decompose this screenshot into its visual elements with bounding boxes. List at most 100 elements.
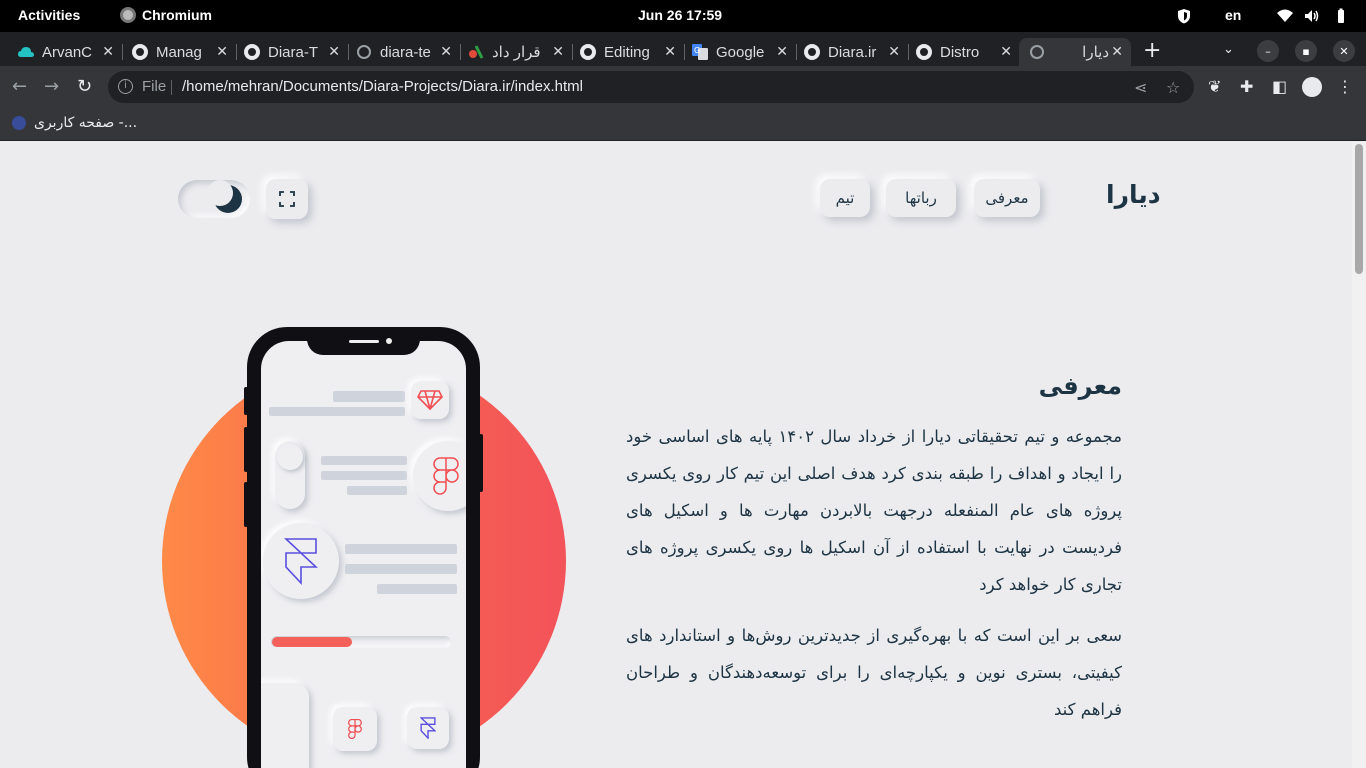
github-icon — [132, 44, 148, 60]
intro-paragraph-2: سعی بر این است که با بهره‌گیری از جدیدتر… — [626, 626, 1122, 719]
tab-search-icon[interactable]: ⌄ — [1223, 42, 1234, 57]
page-scrollbar[interactable] — [1352, 142, 1366, 768]
profile-avatar-icon[interactable] — [1302, 77, 1322, 97]
system-top-bar: Activities Chromium Jun 26 17:59 en — [0, 0, 1366, 32]
tab-github-editing[interactable]: Editing ✕ — [572, 38, 685, 66]
github-icon — [580, 44, 596, 60]
close-icon[interactable]: ✕ — [664, 43, 676, 60]
close-icon[interactable]: ✕ — [440, 43, 452, 60]
fullscreen-button[interactable] — [266, 179, 308, 219]
diamond-icon — [411, 381, 449, 419]
battery-icon[interactable] — [1333, 8, 1349, 24]
framer-small-icon — [407, 707, 449, 749]
language-indicator[interactable]: en — [1225, 7, 1241, 23]
tab-github-diara-ir[interactable]: Diara.ir ✕ — [796, 38, 909, 66]
close-icon[interactable]: ✕ — [888, 43, 900, 60]
forward-icon[interactable]: → — [44, 76, 59, 97]
moon-icon — [207, 180, 242, 213]
tab-diara-te[interactable]: diara-te ✕ — [348, 38, 461, 66]
activities-button[interactable]: Activities — [18, 7, 80, 23]
tab-title: diara-te — [380, 43, 431, 61]
close-icon[interactable]: ✕ — [552, 43, 564, 60]
framer-icon — [263, 523, 339, 599]
globe-icon — [1029, 44, 1045, 60]
tab-diara-active[interactable]: دیارا ✕ — [1019, 38, 1131, 66]
tab-title: Manag — [156, 43, 202, 61]
new-tab-button[interactable]: + — [1143, 38, 1161, 63]
close-icon[interactable]: ✕ — [216, 43, 228, 60]
tab-title: Editing — [604, 43, 650, 61]
maximize-icon[interactable]: ▪ — [1295, 40, 1317, 62]
shield-icon[interactable] — [1176, 8, 1192, 24]
figma-small-icon — [333, 707, 377, 751]
share-icon[interactable]: ⋖ — [1134, 78, 1147, 97]
intro-paragraph-1: مجموعه و تیم تحقیقاتی دیارا از خرداد سال… — [626, 427, 1122, 594]
close-icon[interactable]: ✕ — [1000, 43, 1012, 60]
clock[interactable]: Jun 26 17:59 — [638, 7, 722, 23]
phone-card-widget — [261, 683, 309, 768]
bookmark-item[interactable]: صفحه کاربری -... — [12, 115, 137, 131]
tab-github-distro[interactable]: Distro ✕ — [908, 38, 1020, 66]
tab-contract[interactable]: قرار داد ✕ — [460, 38, 573, 66]
browser-toolbar: ← → ↻ i File /home/mehran/Documents/Diar… — [0, 66, 1366, 108]
phone-mockup — [247, 327, 480, 768]
phone-toggle-widget — [275, 441, 305, 509]
bookmark-label: صفحه کاربری -... — [34, 115, 138, 131]
section-title: معرفی — [1038, 372, 1122, 400]
reload-icon[interactable]: ↻ — [77, 76, 92, 97]
tab-title: Distro — [940, 43, 980, 61]
tab-title: دیارا — [1082, 44, 1109, 61]
close-window-icon[interactable]: ✕ — [1333, 40, 1355, 62]
tab-title: Diara.ir — [828, 43, 877, 61]
tab-arvancloud[interactable]: ArvanC ✕ — [10, 38, 123, 66]
side-panel-icon[interactable]: ◧ — [1272, 77, 1287, 96]
volume-icon[interactable] — [1304, 8, 1320, 24]
minimize-icon[interactable]: – — [1257, 40, 1279, 62]
github-icon — [804, 44, 820, 60]
nav-robots[interactable]: رباتها — [886, 179, 956, 217]
bookmark-star-icon[interactable]: ☆ — [1166, 78, 1180, 97]
tab-google-translate[interactable]: G Google ✕ — [684, 38, 797, 66]
url-text[interactable]: /home/mehran/Documents/Diara-Projects/Di… — [182, 78, 583, 95]
tab-github-manage[interactable]: Manag ✕ — [124, 38, 237, 66]
app-menu[interactable]: Chromium — [120, 7, 212, 23]
nav-team[interactable]: تیم — [820, 179, 870, 217]
extensions-puzzle-icon[interactable]: ✚ — [1240, 77, 1253, 96]
tab-title: Google — [716, 43, 765, 61]
github-icon — [244, 44, 260, 60]
tab-title: ArvanC — [42, 43, 93, 61]
page-viewport: دیارا معرفی رباتها تیم معرفی مجموعه و تی… — [0, 142, 1352, 768]
figma-icon — [413, 441, 466, 511]
site-logo[interactable]: دیارا — [1106, 180, 1161, 209]
close-icon[interactable]: ✕ — [1111, 43, 1123, 60]
close-icon[interactable]: ✕ — [328, 43, 340, 60]
intro-section: معرفی مجموعه و تیم تحقیقاتی دیارا از خرد… — [626, 372, 1122, 742]
close-icon[interactable]: ✕ — [776, 43, 788, 60]
phone-notch — [307, 327, 420, 355]
google-translate-icon: G — [692, 44, 708, 60]
close-icon[interactable]: ✕ — [102, 43, 114, 60]
tab-github-diara-t[interactable]: Diara-T ✕ — [236, 38, 349, 66]
nav-intro[interactable]: معرفی — [974, 179, 1040, 217]
svg-text:G: G — [694, 46, 700, 55]
fullscreen-icon — [279, 191, 295, 207]
phone-screen — [261, 341, 466, 768]
back-icon[interactable]: ← — [12, 76, 27, 97]
dark-mode-toggle[interactable] — [178, 180, 250, 218]
phone-progress-fill — [272, 637, 352, 647]
tab-title: Diara-T — [268, 43, 319, 61]
scrollbar-thumb[interactable] — [1355, 144, 1363, 274]
info-icon[interactable]: i — [118, 79, 133, 94]
bookmarks-bar: صفحه کاربری -... — [0, 108, 1366, 141]
tab-title: قرار داد — [492, 44, 541, 61]
phone-progress-track — [271, 636, 451, 648]
url-scheme: File — [142, 78, 167, 95]
wifi-icon[interactable] — [1277, 8, 1293, 24]
globe-icon — [356, 44, 372, 60]
extension-gnome-icon[interactable]: ❦ — [1208, 77, 1221, 96]
github-icon — [916, 44, 932, 60]
bookmark-favicon-icon — [12, 116, 26, 130]
site-icon — [468, 44, 484, 60]
menu-dots-icon[interactable]: ⋮ — [1337, 77, 1353, 96]
address-bar[interactable]: i File /home/mehran/Documents/Diara-Proj… — [108, 71, 1194, 103]
